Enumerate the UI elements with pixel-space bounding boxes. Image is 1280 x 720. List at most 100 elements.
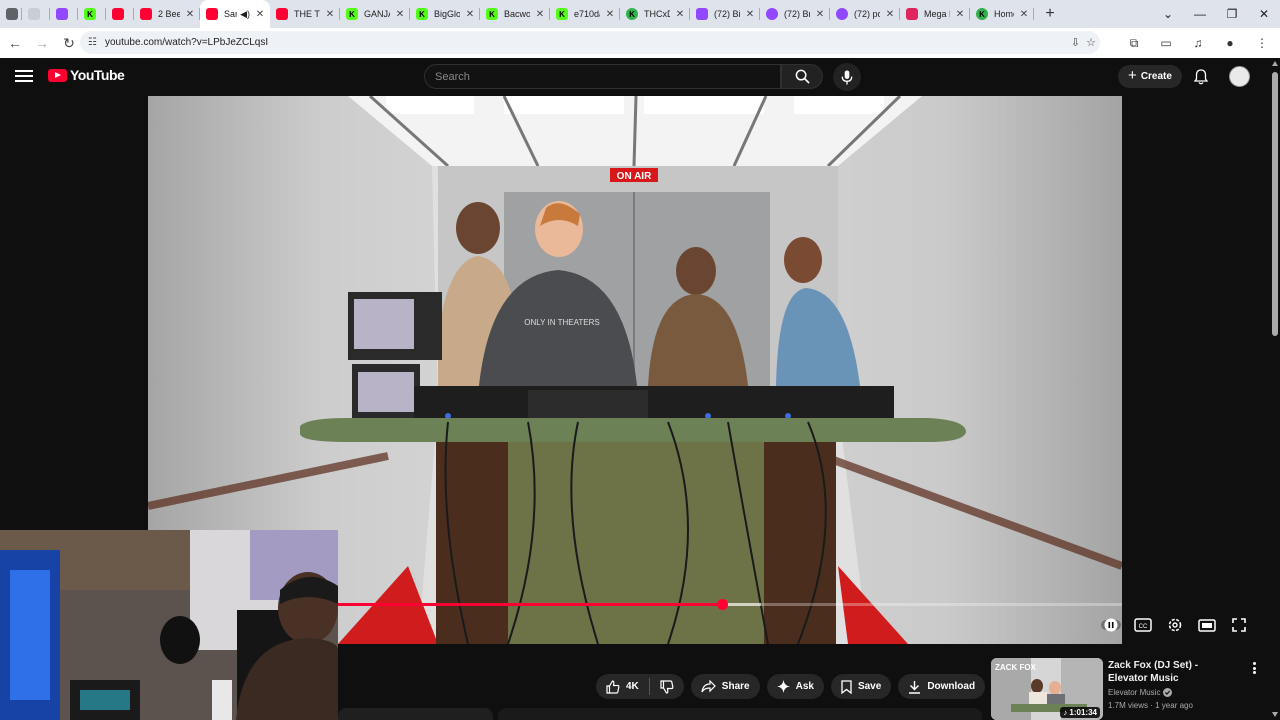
youtube-icon: [112, 8, 124, 20]
browser-tab[interactable]: K THCxD ✕: [620, 0, 690, 28]
browser-tab-label: Homel: [994, 9, 1014, 19]
notifications-bell-icon[interactable]: [1190, 66, 1212, 88]
media-control-icon[interactable]: ♫: [1186, 31, 1210, 55]
new-tab-plus-icon[interactable]: +: [1038, 2, 1062, 26]
kick-icon: K: [416, 8, 428, 20]
kick-icon: K: [346, 8, 358, 20]
back-button[interactable]: ←: [3, 31, 27, 55]
restore-button[interactable]: ❐: [1216, 0, 1248, 28]
browser-tab[interactable]: THE TE ✕: [270, 0, 340, 28]
recommended-video-title[interactable]: Zack Fox (DJ Set) - Elevator Music: [1108, 659, 1240, 685]
browser-tab[interactable]: (72) Bru ✕: [760, 0, 830, 28]
tab-separator: [1033, 8, 1034, 20]
close-tab-icon[interactable]: ✕: [254, 9, 266, 20]
close-tab-icon[interactable]: ✕: [394, 9, 406, 20]
chrome-settings-icon: [6, 8, 18, 20]
scroll-down-arrow-icon[interactable]: [1272, 712, 1278, 717]
ask-button[interactable]: Ask: [766, 674, 824, 699]
browser-tab[interactable]: [106, 0, 134, 28]
youtube-play-icon: [48, 68, 67, 82]
like-button[interactable]: 4K: [596, 674, 649, 699]
browser-tab[interactable]: K Homel ✕: [970, 0, 1034, 28]
search-input[interactable]: [435, 70, 780, 83]
recommended-video-thumbnail[interactable]: ZACK FOX ♪ 1:01:34: [991, 658, 1103, 720]
close-tab-icon[interactable]: ✕: [744, 9, 756, 20]
cast-icon[interactable]: ▭: [1154, 31, 1178, 55]
profile-icon[interactable]: ●: [1218, 31, 1242, 55]
browser-tab[interactable]: (72) Big ✕: [690, 0, 760, 28]
address-bar[interactable]: ☷ youtube.com/watch?v=LPbJeZCLqsI ⇩ ☆: [80, 31, 1100, 54]
save-button[interactable]: Save: [830, 674, 892, 699]
browser-tab[interactable]: K GANJA ✕: [340, 0, 410, 28]
close-tab-icon[interactable]: ✕: [184, 9, 196, 20]
download-button[interactable]: Download: [898, 674, 986, 699]
close-window-button[interactable]: ✕: [1248, 0, 1280, 28]
recommended-video[interactable]: ZACK FOX ♪ 1:01:34 Zack Fox (DJ Set) - E…: [991, 658, 1270, 720]
url-text: youtube.com/watch?v=LPbJeZCLqsI: [104, 37, 269, 48]
close-tab-icon[interactable]: ✕: [604, 9, 616, 20]
close-tab-icon[interactable]: ✕: [464, 9, 476, 20]
video-progress-bar[interactable]: [338, 599, 1122, 610]
close-tab-icon[interactable]: ✕: [534, 9, 546, 20]
page-scrollbar[interactable]: [1270, 58, 1280, 720]
youtube-logo[interactable]: YouTube: [48, 67, 125, 83]
browser-tab[interactable]: K Bacwo ✕: [480, 0, 550, 28]
search-button[interactable]: [781, 64, 823, 89]
browser-tab[interactable]: San◀) ✕: [200, 0, 270, 28]
hamburger-menu-icon[interactable]: [14, 66, 34, 86]
browser-tab-label: (72) po: [854, 9, 880, 19]
extensions-icon[interactable]: ⧉: [1122, 31, 1146, 55]
close-tab-icon[interactable]: ✕: [674, 9, 686, 20]
browser-tab-label: GANJA: [364, 9, 390, 19]
close-tab-icon[interactable]: ✕: [324, 9, 336, 20]
search-box[interactable]: [424, 64, 781, 89]
fullscreen-button[interactable]: [1228, 614, 1250, 636]
subtitles-button[interactable]: CC: [1132, 614, 1154, 636]
recommended-channel[interactable]: Elevator Music: [1108, 688, 1173, 697]
scroll-up-arrow-icon[interactable]: [1272, 61, 1278, 66]
webcam-scene: [0, 530, 338, 720]
browser-menu-icon[interactable]: ⋮: [1250, 31, 1274, 55]
autoplay-toggle[interactable]: [1100, 614, 1122, 636]
kick-circle-icon: K: [976, 8, 988, 20]
dislike-button[interactable]: [650, 674, 684, 699]
install-app-icon[interactable]: ⇩: [1071, 36, 1080, 49]
scrollbar-thumb[interactable]: [1272, 72, 1278, 336]
close-tab-icon[interactable]: ✕: [1018, 9, 1030, 20]
plus-icon: +: [1128, 67, 1137, 84]
browser-tab[interactable]: K: [78, 0, 106, 28]
create-button[interactable]: + Create: [1118, 65, 1182, 88]
reload-button[interactable]: ↻: [57, 31, 81, 55]
ask-label: Ask: [795, 681, 814, 692]
browser-tab[interactable]: Mega E ✕: [900, 0, 970, 28]
theater-mode-button[interactable]: [1196, 614, 1218, 636]
thumbnail-text: ZACK FOX: [995, 663, 1037, 672]
close-tab-icon[interactable]: ✕: [814, 9, 826, 20]
close-tab-icon[interactable]: ✕: [884, 9, 896, 20]
forward-button[interactable]: →: [30, 31, 54, 55]
browser-tab[interactable]: [22, 0, 50, 28]
tab-search-icon[interactable]: ⌄: [1152, 0, 1184, 28]
recommended-more-vertical-icon[interactable]: [1249, 661, 1259, 675]
account-avatar[interactable]: [1229, 66, 1250, 87]
browser-tab[interactable]: Ke710da ✕: [550, 0, 620, 28]
blank-page-icon: [28, 8, 40, 20]
bookmark-star-icon[interactable]: ☆: [1086, 36, 1096, 49]
browser-tab[interactable]: [0, 0, 22, 28]
minimize-button[interactable]: —: [1184, 0, 1216, 28]
browser-tab[interactable]: [50, 0, 78, 28]
voice-search-button[interactable]: [833, 63, 861, 91]
create-label: Create: [1140, 71, 1172, 82]
browser-tab[interactable]: (72) po ✕: [830, 0, 900, 28]
bookmark-icon: [841, 679, 852, 694]
close-tab-icon[interactable]: ✕: [954, 9, 966, 20]
speaker-audio-icon[interactable]: ◀): [240, 9, 250, 20]
browser-tab[interactable]: K BigGlo ✕: [410, 0, 480, 28]
settings-button[interactable]: [1164, 614, 1186, 636]
kick-circle-icon: K: [626, 8, 638, 20]
twitch-icon: [696, 8, 708, 20]
thumbs-up-icon: [606, 679, 620, 694]
share-button[interactable]: Share: [690, 674, 760, 699]
site-info-icon[interactable]: ☷: [88, 37, 97, 48]
browser-tab[interactable]: 2 Beers ✕: [134, 0, 200, 28]
